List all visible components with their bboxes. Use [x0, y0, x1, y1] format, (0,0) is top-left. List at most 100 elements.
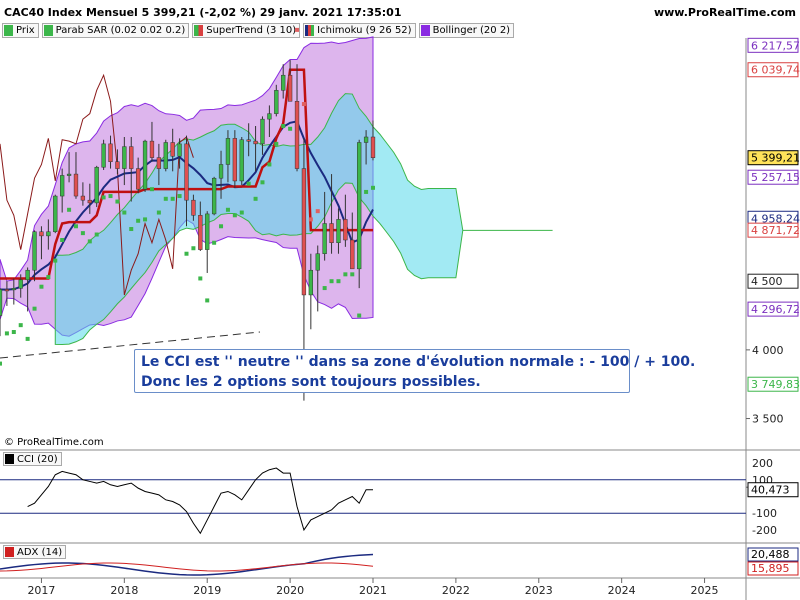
price-label: 6 217,57: [751, 39, 800, 52]
time-tick-label: 2023: [525, 584, 553, 597]
candle-body: [129, 146, 134, 169]
sar-dot: [274, 141, 279, 146]
price-panel: [0, 27, 800, 600]
sar-dot: [46, 275, 51, 280]
candle-body: [163, 142, 168, 169]
candle-body: [232, 138, 238, 182]
candle-body: [308, 269, 313, 296]
candle-body: [156, 157, 162, 169]
candle-body: [80, 195, 86, 201]
candle-body: [301, 168, 307, 296]
candle-body: [246, 139, 251, 142]
candle-body: [336, 219, 341, 243]
sar-dot: [4, 331, 9, 336]
adx-di-line: [0, 562, 374, 572]
adx-value: 20,488: [751, 548, 790, 561]
cci-tick-label: 200: [752, 457, 773, 470]
sar-dot: [225, 207, 230, 212]
sar-dot: [315, 209, 320, 214]
price-label: 6 039,74: [751, 64, 800, 77]
sar-dot: [184, 251, 189, 256]
sar-dot: [80, 231, 85, 236]
candle-body: [39, 231, 44, 237]
sar-dot: [163, 196, 168, 201]
sar-dot: [336, 279, 341, 284]
candle-body: [239, 139, 244, 182]
cci-panel: [0, 467, 746, 535]
price-axis: 4 0003 5003 0006 217,576 039,745 399,215…: [746, 37, 800, 576]
price-label: 5 399,21: [751, 152, 800, 165]
cci-line: [27, 467, 373, 535]
time-axis: 2017 2018 2019 2020 2021 2022 2023 2024 2025: [27, 578, 719, 597]
sar-dot: [136, 218, 141, 223]
sar-dot: [246, 181, 251, 186]
cci-legend[interactable]: CCI (20): [3, 452, 62, 466]
sar-dot: [0, 361, 2, 366]
adx-legend[interactable]: ADX (14): [3, 545, 67, 559]
sar-dot: [32, 306, 37, 311]
time-tick-label: 2018: [110, 584, 138, 597]
sar-dot: [219, 224, 224, 229]
sar-dot: [101, 195, 106, 200]
price-label: 4 871,72: [751, 224, 800, 237]
sar-dot: [143, 217, 148, 222]
sar-dot: [115, 199, 120, 204]
copyright-label: © ProRealTime.com: [4, 437, 104, 448]
sar-dot: [322, 286, 327, 291]
candle-body: [60, 175, 65, 197]
candle-body: [4, 289, 10, 292]
candle-body: [170, 142, 175, 157]
candle-body: [0, 289, 3, 316]
candle-body: [198, 215, 203, 250]
sar-dot: [191, 246, 196, 251]
candle-body: [211, 177, 217, 215]
sar-dot: [177, 194, 182, 199]
candle-body: [135, 168, 141, 190]
chart-canvas[interactable]: 4 0003 5003 0006 217,576 039,745 399,215…: [0, 0, 800, 600]
time-tick-label: 2019: [193, 584, 221, 597]
sar-dot: [170, 196, 175, 201]
candle-body: [46, 231, 51, 237]
price-label: 5 257,15: [751, 171, 800, 184]
sar-dot: [53, 258, 58, 263]
annotation-line-1: Le CCI est '' neutre '' dans sa zone d'é…: [141, 354, 696, 370]
candle-body: [184, 143, 189, 201]
price-label: 4 500: [751, 275, 783, 288]
candle-body: [73, 173, 79, 197]
cci-label: CCI (20): [17, 453, 58, 465]
cci-tick-label: -100: [752, 507, 777, 520]
price-tick-label: 3 500: [752, 413, 784, 426]
sar-dot: [39, 284, 44, 289]
time-tick-label: 2024: [608, 584, 636, 597]
sar-dot: [288, 126, 293, 131]
adx-swatch: [5, 547, 14, 557]
candle-body: [101, 143, 106, 168]
sar-dot: [239, 210, 244, 215]
candle-body: [294, 101, 300, 169]
sar-dot: [198, 276, 203, 281]
sar-dot: [357, 313, 362, 318]
sar-dot: [156, 210, 161, 215]
candle-body: [350, 239, 355, 270]
sar-dot: [260, 180, 265, 185]
annotation-box[interactable]: Le CCI est '' neutre '' dans sa zone d'é…: [134, 349, 696, 393]
candle-body: [287, 74, 293, 102]
sar-dot: [73, 224, 78, 229]
candle-body: [315, 253, 320, 271]
sar-dot: [18, 323, 23, 328]
candle-body: [149, 140, 155, 158]
candle-body: [32, 231, 37, 271]
candle-body: [25, 269, 30, 281]
candle-body: [191, 199, 196, 216]
candle-body: [18, 279, 23, 289]
sar-dot: [25, 336, 30, 341]
cci-tick-label: -200: [752, 524, 777, 537]
sar-dot: [94, 232, 99, 237]
candle-body: [267, 113, 272, 120]
sar-dot: [122, 210, 127, 215]
annotation-line-2: Donc les 2 options sont toujours possibl…: [141, 374, 481, 390]
sar-dot: [60, 238, 65, 242]
sar-dot: [149, 187, 154, 192]
sar-dot: [108, 194, 113, 199]
time-tick-label: 2022: [442, 584, 470, 597]
